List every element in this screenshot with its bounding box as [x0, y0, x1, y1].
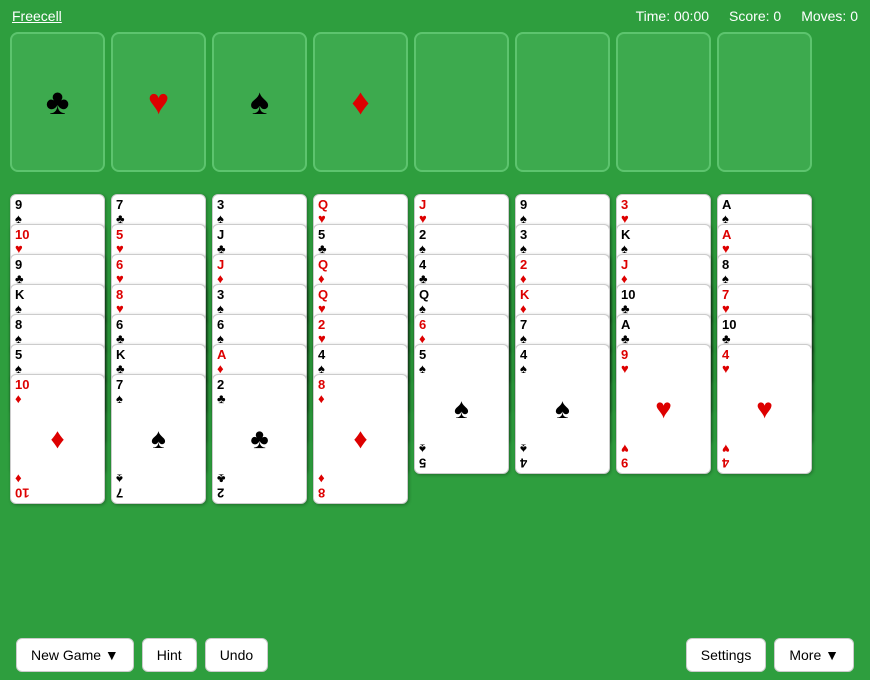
table-row[interactable]: 2♣♣2♣	[212, 374, 307, 504]
time-stat: Time: 00:00	[636, 8, 709, 24]
more-button[interactable]: More ▼	[774, 638, 854, 672]
table-row[interactable]: 5♠♠5♠	[414, 344, 509, 474]
table-row[interactable]: 4♥♥4♥	[717, 344, 812, 474]
table-row[interactable]: 7♠♠7♠	[111, 374, 206, 504]
right-buttons: Settings More ▼	[686, 638, 854, 672]
table-row[interactable]: 9♥♥9♥	[616, 344, 711, 474]
foundation-1[interactable]	[414, 32, 509, 172]
tableau-col-1: 9♠♠9♠10♥♥10♥9♣♣9♣K♠♠K♠8♠♠8♠5♠♠5♠10♦♦10♦	[10, 194, 105, 504]
tableau-col-7: 3♥♥3♥K♠♠K♠J♦♦J♦10♣♣10♣A♣♣A♣9♥♥9♥	[616, 194, 711, 474]
foundation-4[interactable]	[717, 32, 812, 172]
top-bar: Freecell Time: 00:00 Score: 0 Moves: 0	[0, 0, 870, 32]
card-stack-3: 3♠♠3♠J♣♣J♣J♦♦J♦3♠♠3♠6♠♠6♠A♦♦A♦2♣♣2♣	[212, 194, 307, 504]
foundation-2[interactable]	[515, 32, 610, 172]
tableau-col-4: Q♥♥Q♥5♣♣5♣Q♦♦Q♦Q♥♥Q♥2♥♥2♥4♠♠4♠8♦♦8♦	[313, 194, 408, 504]
tableau-col-5: J♥♥J♥2♠♠2♠4♣♣4♣Q♠♠Q♠6♦♦6♦5♠♠5♠	[414, 194, 509, 474]
foundation-3[interactable]	[616, 32, 711, 172]
card-stack-7: 3♥♥3♥K♠♠K♠J♦♦J♦10♣♣10♣A♣♣A♣9♥♥9♥	[616, 194, 711, 474]
freecell-area: ♣ ♥ ♠ ♦	[0, 32, 870, 192]
table-row[interactable]: 4♠♠4♠	[515, 344, 610, 474]
free-cell-4[interactable]: ♦	[313, 32, 408, 172]
stats: Time: 00:00 Score: 0 Moves: 0	[636, 8, 858, 24]
new-game-button[interactable]: New Game ▼	[16, 638, 134, 672]
tableau-col-2: 7♣♣7♣5♥♥5♥6♥♥6♥8♥♥8♥6♣♣6♣K♣♣K♣7♠♠7♠	[111, 194, 206, 504]
undo-button[interactable]: Undo	[205, 638, 268, 672]
free-cell-1[interactable]: ♣	[10, 32, 105, 172]
card-stack-8: A♠♠A♠A♥♥A♥8♠♠8♠7♥♥7♥10♣♣10♣4♥♥4♥	[717, 194, 812, 474]
tableau-area: 9♠♠9♠10♥♥10♥9♣♣9♣K♠♠K♠8♠♠8♠5♠♠5♠10♦♦10♦7…	[0, 194, 870, 504]
table-row[interactable]: 8♦♦8♦	[313, 374, 408, 504]
tableau-col-3: 3♠♠3♠J♣♣J♣J♦♦J♦3♠♠3♠6♠♠6♠A♦♦A♦2♣♣2♣	[212, 194, 307, 504]
settings-button[interactable]: Settings	[686, 638, 767, 672]
table-row[interactable]: 10♦♦10♦	[10, 374, 105, 504]
game-title[interactable]: Freecell	[12, 8, 62, 24]
tableau-col-6: 9♠♠9♠3♠♠3♠2♦♦2♦K♦♦K♦7♠♠7♠4♠♠4♠	[515, 194, 610, 474]
card-stack-4: Q♥♥Q♥5♣♣5♣Q♦♦Q♦Q♥♥Q♥2♥♥2♥4♠♠4♠8♦♦8♦	[313, 194, 408, 504]
hint-button[interactable]: Hint	[142, 638, 197, 672]
card-stack-2: 7♣♣7♣5♥♥5♥6♥♥6♥8♥♥8♥6♣♣6♣K♣♣K♣7♠♠7♠	[111, 194, 206, 504]
tableau-col-8: A♠♠A♠A♥♥A♥8♠♠8♠7♥♥7♥10♣♣10♣4♥♥4♥	[717, 194, 812, 474]
score-stat: Score: 0	[729, 8, 781, 24]
free-cell-3[interactable]: ♠	[212, 32, 307, 172]
card-stack-6: 9♠♠9♠3♠♠3♠2♦♦2♦K♦♦K♦7♠♠7♠4♠♠4♠	[515, 194, 610, 474]
card-stack-5: J♥♥J♥2♠♠2♠4♣♣4♣Q♠♠Q♠6♦♦6♦5♠♠5♠	[414, 194, 509, 474]
left-buttons: New Game ▼ Hint Undo	[16, 638, 268, 672]
card-stack-1: 9♠♠9♠10♥♥10♥9♣♣9♣K♠♠K♠8♠♠8♠5♠♠5♠10♦♦10♦	[10, 194, 105, 504]
moves-stat: Moves: 0	[801, 8, 858, 24]
free-cell-2[interactable]: ♥	[111, 32, 206, 172]
bottom-bar: New Game ▼ Hint Undo Settings More ▼	[0, 630, 870, 680]
